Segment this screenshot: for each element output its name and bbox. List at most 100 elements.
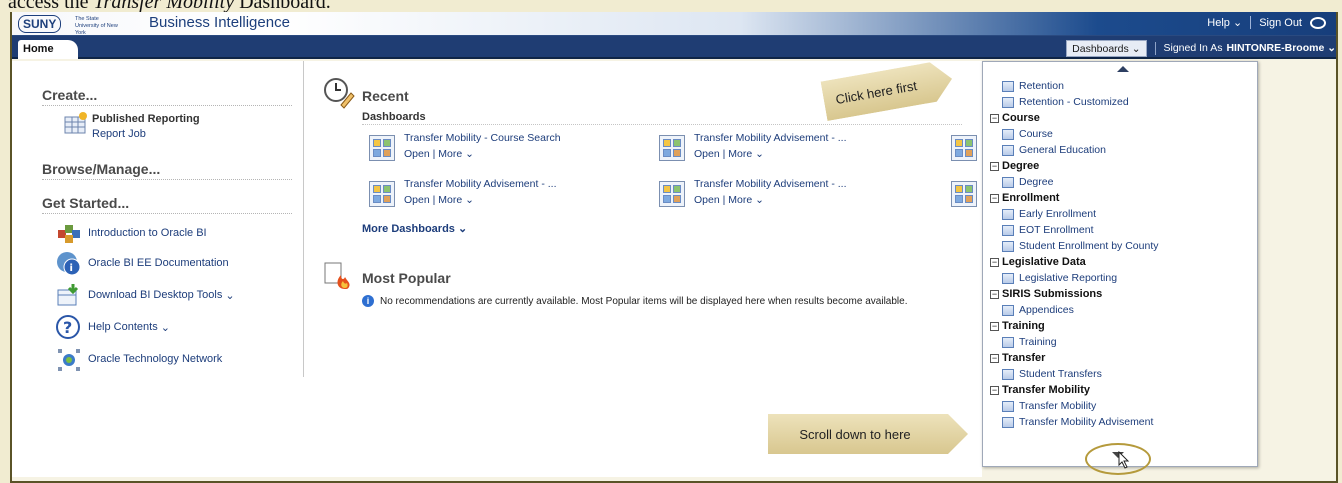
top-nav: Help ⌄ Sign Out: [1207, 16, 1326, 29]
collapse-icon[interactable]: −: [990, 289, 999, 299]
dashboard-page-icon: [1002, 416, 1014, 428]
dashboard-menu-label: Legislative Reporting: [1019, 272, 1118, 284]
divider: [1250, 16, 1252, 29]
dashboard-menu-item[interactable]: Degree: [990, 174, 1159, 190]
dashboard-icon: [659, 181, 685, 207]
dashboard-menu-label: Student Enrollment by County: [1019, 240, 1159, 252]
dashboard-group-header[interactable]: − Degree: [990, 158, 1159, 174]
dashboard-group-header[interactable]: − Transfer Mobility: [990, 382, 1159, 398]
dashboard-menu-label: Student Transfers: [1019, 368, 1102, 380]
dashboard-menu-item[interactable]: Retention - Customized: [990, 94, 1159, 110]
report-icon: [62, 111, 88, 135]
dashboard-menu-item[interactable]: EOT Enrollment: [990, 222, 1159, 238]
dashboard-menu-label: General Education: [1019, 144, 1106, 156]
suny-subtitle: The State University of New York: [75, 16, 118, 36]
dashboard-menu-label: Degree: [1019, 176, 1054, 188]
divider: [1154, 41, 1156, 55]
globe-info-icon: i: [56, 251, 82, 276]
dashboard-menu-item[interactable]: Student Transfers: [990, 366, 1159, 382]
dashboard-menu-label: Retention - Customized: [1019, 96, 1129, 108]
network-icon: [56, 347, 82, 371]
dashboard-icon: [369, 135, 395, 161]
left-panel: Create... Published Reporting Report Job…: [12, 61, 304, 377]
svg-text:i: i: [70, 263, 73, 274]
help-icon: ?: [56, 315, 82, 339]
recent-dashboard-item[interactable]: Transfer Mobility Advisement - ... Open |…: [659, 132, 847, 161]
tab-nav: Dashboards ⌄ Signed In As HINTONRE-Broom…: [1066, 39, 1336, 57]
dashboard-group-header[interactable]: − Transfer: [990, 350, 1159, 366]
dashboard-page-icon: [1002, 400, 1014, 412]
dashboard-page-icon: [1002, 224, 1014, 236]
user-menu[interactable]: HINTONRE-Broome ⌄: [1226, 42, 1336, 54]
dashboard-group-header[interactable]: − Training: [990, 318, 1159, 334]
collapse-icon[interactable]: −: [990, 385, 999, 395]
dashboard-menu-item[interactable]: General Education: [990, 142, 1159, 158]
dashboard-name[interactable]: Transfer Mobility - Course Search: [404, 132, 561, 144]
dashboard-page-icon: [1002, 96, 1014, 108]
app-header: SUNY The State University of New York Bu…: [12, 12, 1336, 36]
documentation-label: Oracle BI EE Documentation: [88, 257, 229, 269]
dashboard-group-header[interactable]: − Enrollment: [990, 190, 1159, 206]
more-dashboards-link[interactable]: More Dashboards ⌄: [362, 222, 467, 235]
dashboard-menu-item[interactable]: Transfer Mobility: [990, 398, 1159, 414]
dashboard-menu-item[interactable]: Transfer Mobility Advisement: [990, 414, 1159, 430]
dashboard-icon[interactable]: [951, 181, 977, 207]
collapse-icon[interactable]: −: [990, 193, 999, 203]
dashboard-menu-item[interactable]: Student Enrollment by County: [990, 238, 1159, 254]
oracle-network-link[interactable]: Oracle Technology Network: [56, 347, 222, 371]
tab-home[interactable]: Home: [18, 40, 78, 59]
open-more-links[interactable]: Open | More ⌄: [694, 148, 764, 160]
dashboard-menu-item[interactable]: Course: [990, 126, 1159, 142]
dashboard-menu-item[interactable]: Retention: [990, 78, 1159, 94]
collapse-icon[interactable]: −: [990, 161, 999, 171]
dashboard-menu-item[interactable]: Appendices: [990, 302, 1159, 318]
open-more-links[interactable]: Open | More ⌄: [404, 148, 474, 160]
browse-heading[interactable]: Browse/Manage...: [42, 161, 292, 180]
collapse-icon[interactable]: −: [990, 321, 999, 331]
scroll-up-icon[interactable]: [1117, 66, 1129, 72]
group-label: Training: [1002, 320, 1045, 332]
suny-logo: SUNY: [18, 15, 62, 33]
dashboard-group-header[interactable]: − Course: [990, 110, 1159, 126]
group-label: Degree: [1002, 160, 1040, 172]
dashboards-list: Retention Retention - Customized − Course Co…: [990, 78, 1159, 430]
open-more-links[interactable]: Open | More ⌄: [404, 194, 474, 206]
dashboard-group-header[interactable]: − Legislative Data: [990, 254, 1159, 270]
collapse-icon[interactable]: −: [990, 353, 999, 363]
recent-dashboard-item[interactable]: Transfer Mobility Advisement - ... Open |…: [659, 178, 847, 207]
dashboards-dropdown[interactable]: Retention Retention - Customized − Course Co…: [982, 61, 1258, 467]
intro-label: Introduction to Oracle BI: [88, 227, 207, 239]
dashboard-menu-item[interactable]: Legislative Reporting: [990, 270, 1159, 286]
documentation-link[interactable]: i Oracle BI EE Documentation: [56, 251, 229, 276]
collapse-icon[interactable]: −: [990, 257, 999, 267]
report-job-link[interactable]: Report Job: [92, 128, 146, 140]
intro-oracle-bi-link[interactable]: Introduction to Oracle BI: [56, 221, 207, 245]
chat-icon[interactable]: [1310, 16, 1326, 29]
popular-message: i No recommendations are currently avail…: [362, 295, 907, 307]
help-menu[interactable]: Help ⌄: [1207, 16, 1242, 29]
group-label: Transfer Mobility: [1002, 384, 1091, 396]
dashboard-page-icon: [1002, 368, 1014, 380]
dashboards-menu-button[interactable]: Dashboards ⌄: [1066, 39, 1147, 57]
popular-message-text: No recommendations are currently availab…: [380, 295, 908, 307]
signed-in-label: Signed In As: [1163, 42, 1223, 54]
dashboard-icon[interactable]: [951, 135, 977, 161]
dashboard-group-header[interactable]: − SIRIS Submissions: [990, 286, 1159, 302]
recent-dashboard-item[interactable]: Transfer Mobility Advisement - ... Open |…: [369, 178, 557, 207]
dashboard-menu-item[interactable]: Training: [990, 334, 1159, 350]
dashboard-name[interactable]: Transfer Mobility Advisement - ...: [694, 132, 847, 144]
most-popular-heading: Most Popular: [362, 270, 451, 286]
download-icon: [56, 283, 82, 307]
download-tools-link[interactable]: Download BI Desktop Tools ⌄: [56, 283, 235, 307]
dashboard-page-icon: [1002, 144, 1014, 156]
recent-dashboard-item[interactable]: Transfer Mobility - Course Search Open | …: [369, 132, 561, 161]
dashboard-name[interactable]: Transfer Mobility Advisement - ...: [404, 178, 557, 190]
group-label: Transfer: [1002, 352, 1046, 364]
dashboard-menu-item[interactable]: Early Enrollment: [990, 206, 1159, 222]
open-more-links[interactable]: Open | More ⌄: [694, 194, 764, 206]
sign-out-link[interactable]: Sign Out: [1259, 17, 1302, 29]
dashboard-page-icon: [1002, 336, 1014, 348]
help-contents-link[interactable]: ? Help Contents ⌄: [56, 315, 170, 339]
collapse-icon[interactable]: −: [990, 113, 999, 123]
dashboard-name[interactable]: Transfer Mobility Advisement - ...: [694, 178, 847, 190]
